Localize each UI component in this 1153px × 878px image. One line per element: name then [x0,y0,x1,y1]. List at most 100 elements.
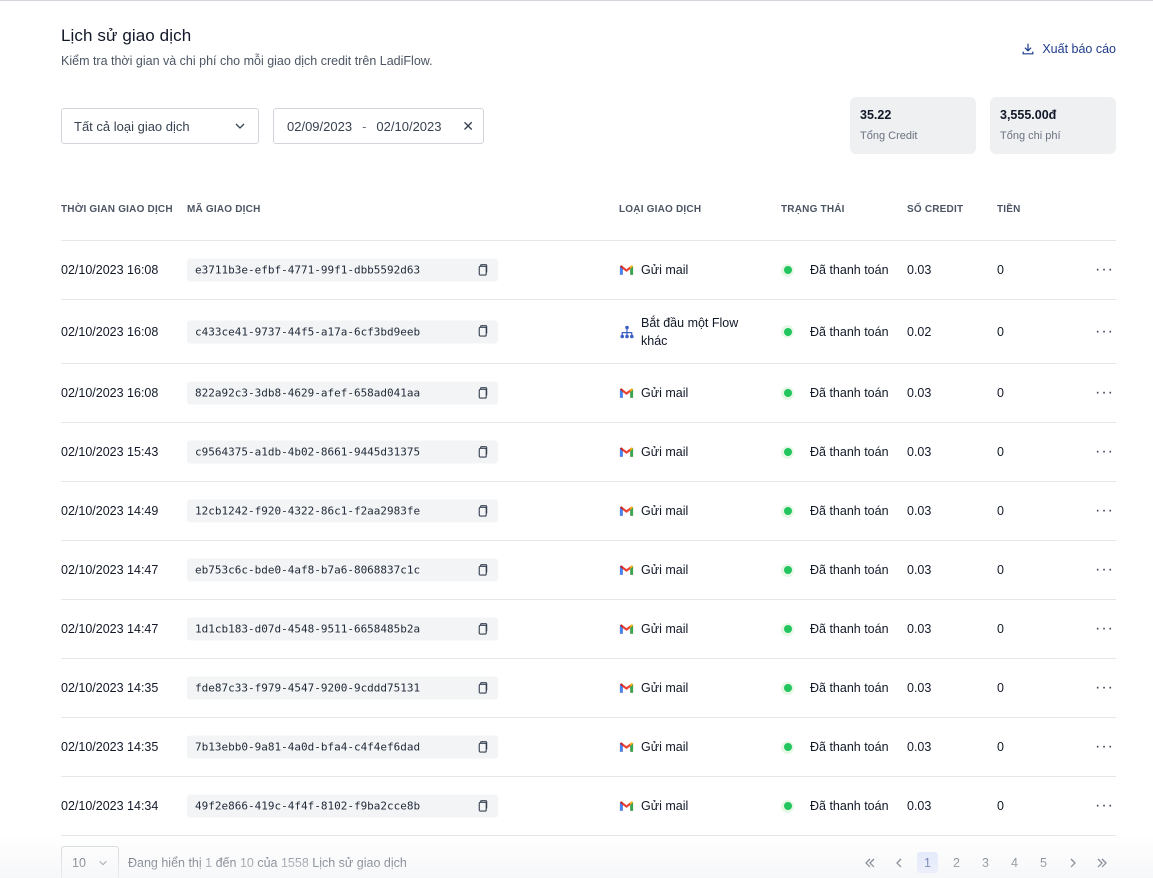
copy-icon[interactable] [476,325,490,339]
page-button-2[interactable]: 2 [942,852,971,873]
transaction-type: Gửi mail [619,679,751,697]
transaction-code: eb753c6c-bde0-4af8-b7a6-8068837c1c [195,563,421,577]
transaction-status: Đã thanh toán [781,799,889,813]
money-amount: 0 [997,386,1004,400]
status-dot-icon [781,622,794,636]
transaction-time: 02/10/2023 14:35 [61,740,159,754]
date-range-picker[interactable]: 02/09/2023 - 02/10/2023 ✕ [273,108,484,144]
money-amount: 0 [997,445,1004,459]
transaction-status: Đã thanh toán [781,681,889,695]
transaction-status: Đã thanh toán [781,386,889,400]
table-row[interactable]: 02/10/2023 14:47 1d1cb183-d07d-4548-9511-… [61,600,1116,659]
status-dot-icon [781,681,794,695]
transaction-type-label: Gửi mail [641,681,689,695]
transaction-code-chip[interactable]: c433ce41-9737-44f5-a17a-6cf3bd9eeb [187,320,498,343]
transaction-code-chip[interactable]: 1d1cb183-d07d-4548-9511-6658485b2a [187,617,498,641]
status-dot-icon [781,325,794,338]
more-options-icon[interactable]: ··· [1095,797,1114,815]
more-options-icon[interactable]: ··· [1095,738,1114,756]
transaction-time: 02/10/2023 14:47 [61,622,159,636]
first-page-button[interactable] [855,852,884,873]
last-page-button[interactable] [1087,852,1116,873]
table-row[interactable]: 02/10/2023 14:49 12cb1242-f920-4322-86c1-… [61,482,1116,541]
chevron-right-icon [1070,858,1076,867]
table-row[interactable]: 02/10/2023 15:43 c9564375-a1db-4b02-8661-… [61,423,1116,482]
transaction-code-chip[interactable]: 49f2e866-419c-4f4f-8102-f9ba2cce8b [187,794,498,818]
gmail-icon [619,563,634,578]
transaction-type-label: Gửi mail [641,386,689,400]
status-label: Đã thanh toán [810,263,889,277]
date-from[interactable]: 02/09/2023 [287,119,352,134]
table-row[interactable]: 02/10/2023 16:08 c433ce41-9737-44f5-a17a-… [61,300,1116,364]
status-dot-icon [781,263,794,277]
copy-icon[interactable] [476,740,490,754]
copy-icon[interactable] [476,622,490,636]
more-options-icon[interactable]: ··· [1095,443,1114,461]
copy-icon[interactable] [476,445,490,459]
transaction-code: 1d1cb183-d07d-4548-9511-6658485b2a [195,622,421,636]
transaction-code-chip[interactable]: e3711b3e-efbf-4771-99f1-dbb5592d63 [187,258,498,282]
transaction-type-select[interactable]: Tất cả loại giao dịch [61,108,259,144]
gmail-icon [619,445,634,460]
more-options-icon[interactable]: ··· [1095,502,1114,520]
more-options-icon[interactable]: ··· [1095,323,1114,341]
page-button-1[interactable]: 1 [917,852,938,873]
page-button-5[interactable]: 5 [1029,852,1058,873]
flow-icon [619,324,634,339]
showing-from: 1 [205,856,213,870]
date-to[interactable]: 02/10/2023 [376,119,441,134]
table-row[interactable]: 02/10/2023 14:34 49f2e866-419c-4f4f-8102-… [61,777,1116,836]
header-status: TRẠNG THÁI [781,204,845,215]
more-options-icon[interactable]: ··· [1095,620,1114,638]
credit-amount: 0.03 [907,740,932,754]
transaction-code: e3711b3e-efbf-4771-99f1-dbb5592d63 [195,263,421,277]
page-button-3[interactable]: 3 [971,852,1000,873]
transaction-code-chip[interactable]: c9564375-a1db-4b02-8661-9445d31375 [187,440,498,464]
table-row[interactable]: 02/10/2023 14:35 fde87c33-f979-4547-9200-… [61,659,1116,718]
copy-icon[interactable] [476,263,490,277]
transaction-time: 02/10/2023 16:08 [61,263,159,277]
copy-icon[interactable] [476,563,490,577]
transaction-code-chip[interactable]: 12cb1242-f920-4322-86c1-f2aa2983fe [187,499,498,523]
more-options-icon[interactable]: ··· [1095,261,1114,279]
table-row[interactable]: 02/10/2023 16:08 e3711b3e-efbf-4771-99f1-… [61,241,1116,300]
transaction-code-chip[interactable]: fde87c33-f979-4547-9200-9cddd75131 [187,676,498,700]
copy-icon[interactable] [476,386,490,400]
transaction-type-label: Gửi mail [641,263,689,277]
transaction-code-chip[interactable]: eb753c6c-bde0-4af8-b7a6-8068837c1c [187,558,498,582]
credit-amount: 0.02 [907,324,932,339]
page-size-select[interactable]: 10 [61,846,119,878]
transaction-code: 12cb1242-f920-4322-86c1-f2aa2983fe [195,504,421,518]
table-row[interactable]: 02/10/2023 16:08 822a92c3-3db8-4629-afef-… [61,364,1116,423]
header-type: LOẠI GIAO DỊCH [619,204,702,215]
export-report-button[interactable]: Xuất báo cáo [1021,42,1116,56]
status-label: Đã thanh toán [810,799,889,813]
header-credit: SỐ CREDIT [907,204,964,215]
copy-icon[interactable] [476,799,490,813]
next-page-button[interactable] [1058,852,1087,873]
transaction-type-label: Gửi mail [641,504,689,518]
copy-icon[interactable] [476,681,490,695]
status-dot-icon [781,799,794,813]
prev-page-button[interactable] [884,852,913,873]
page-button-4[interactable]: 4 [1000,852,1029,873]
more-options-icon[interactable]: ··· [1095,384,1114,402]
status-dot-icon [781,504,794,518]
page-size-value: 10 [72,856,86,870]
transaction-status: Đã thanh toán [781,563,889,577]
copy-icon[interactable] [476,504,490,518]
more-options-icon[interactable]: ··· [1095,561,1114,579]
transaction-code-chip[interactable]: 822a92c3-3db8-4629-afef-658ad041aa [187,381,498,405]
header-money: TIỀN [997,204,1021,215]
status-dot-icon [781,740,794,754]
status-dot-icon [781,386,794,400]
status-label: Đã thanh toán [810,622,889,636]
transaction-code-chip[interactable]: 7b13ebb0-9a81-4a0d-bfa4-c4f4ef6dad [187,735,498,759]
gmail-icon [619,504,634,519]
table-row[interactable]: 02/10/2023 14:47 eb753c6c-bde0-4af8-b7a6-… [61,541,1116,600]
transaction-type-label: Gửi mail [641,563,689,577]
clear-date-icon[interactable]: ✕ [462,118,474,135]
status-label: Đã thanh toán [810,445,889,459]
table-row[interactable]: 02/10/2023 14:35 7b13ebb0-9a81-4a0d-bfa4-… [61,718,1116,777]
more-options-icon[interactable]: ··· [1095,679,1114,697]
